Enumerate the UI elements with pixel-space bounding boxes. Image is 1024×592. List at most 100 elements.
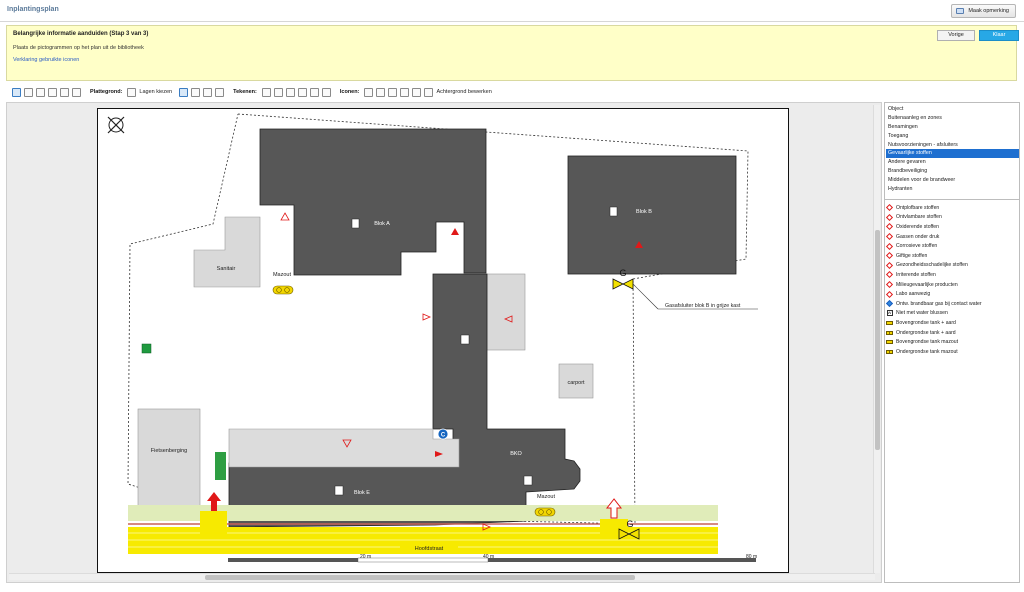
- icon-copy-icon[interactable]: [400, 87, 410, 97]
- bko-stair-icon: [523, 475, 533, 486]
- category-item[interactable]: Object: [886, 105, 1019, 114]
- icon-item[interactable]: Giftige stoffen: [885, 251, 1019, 261]
- icon-item[interactable]: Gezondheidsschadelijke stoffen: [885, 261, 1019, 271]
- iconen-label: Iconen:: [339, 89, 360, 95]
- category-item[interactable]: Benamingen: [886, 123, 1019, 132]
- draw-rectangle-icon[interactable]: [273, 87, 283, 97]
- icon-item[interactable]: Ontplofbare stoffen: [885, 203, 1019, 213]
- icon-select-icon[interactable]: [364, 87, 374, 97]
- icon-item-label: Ondergrondse tank mazout: [896, 348, 958, 355]
- icon-item[interactable]: Bovengrondse tank mazout: [886, 337, 1019, 347]
- icons-legend-link[interactable]: Verklaring gebruikte iconen: [13, 57, 79, 63]
- undo-icon[interactable]: [424, 87, 434, 97]
- entrance-marker-2[interactable]: [451, 228, 459, 235]
- icon-item-label: Ondergrondse tank + aard: [896, 329, 956, 336]
- map-horizontal-scrollbar[interactable]: [9, 573, 875, 580]
- category-item[interactable]: Buitenaanleg en zones: [886, 114, 1019, 123]
- check-icon[interactable]: [215, 87, 225, 97]
- app-window: Inplantingsplan Maak opmerking Belangrij…: [0, 0, 1024, 592]
- scale-label-1: 20 m: [360, 554, 371, 560]
- icon-item[interactable]: Ondergrondse tank + aard: [886, 328, 1019, 338]
- icon-item[interactable]: Oxiderende stoffen: [885, 222, 1019, 232]
- back-button[interactable]: Vorige: [937, 30, 975, 41]
- image-icon[interactable]: [412, 87, 422, 97]
- category-item[interactable]: Toegang: [886, 132, 1019, 141]
- scale-label-2: 40 m: [483, 554, 494, 560]
- comment-icon: [956, 8, 965, 14]
- tekenen-label: Tekenen:: [233, 89, 257, 95]
- icon-item[interactable]: Milieugevaarlijke producten: [885, 280, 1019, 290]
- oil-tank-icon-2[interactable]: [534, 507, 556, 517]
- gas-valve-icon[interactable]: [612, 278, 634, 290]
- map-horizontal-scrollbar-thumb[interactable]: [205, 575, 635, 580]
- tank-above-ground-icon: [886, 319, 893, 326]
- icon-item[interactable]: Corrosieve stoffen: [885, 241, 1019, 251]
- icon-item[interactable]: Irriterende stoffen: [885, 270, 1019, 280]
- select-area-icon[interactable]: [179, 87, 189, 97]
- explosive-icon: [885, 204, 894, 212]
- split-icon[interactable]: [203, 87, 213, 97]
- icon-item[interactable]: Bovengrondse tank + aard: [886, 318, 1019, 328]
- environment-icon: [885, 281, 894, 289]
- pan-hand-icon[interactable]: [48, 87, 57, 97]
- mazout-label-1: Mazout: [273, 272, 292, 278]
- entrance-marker-1[interactable]: [280, 212, 290, 221]
- category-item[interactable]: Hydranten: [886, 185, 1019, 194]
- edit-background-button[interactable]: Achtergrond bewerken: [436, 89, 491, 95]
- emergency-exit-icon[interactable]: [141, 343, 152, 354]
- category-item[interactable]: Nutsvoorzieningen - afsluiters: [886, 141, 1019, 150]
- site-plan[interactable]: Sanitair Blok A Blok B carport Fietsenbe…: [97, 108, 789, 573]
- draw-freehand-icon[interactable]: [309, 87, 319, 97]
- icon-item-label: Milieugevaarlijke producten: [896, 281, 958, 288]
- zoom-in-icon[interactable]: [24, 87, 33, 97]
- step-heading: Belangrijke informatie aanduiden (Stap 3…: [13, 31, 149, 37]
- icon-item-label: Giftige stoffen: [896, 252, 928, 259]
- move-nodes-icon[interactable]: [191, 87, 201, 97]
- icon-item[interactable]: Labo aanwezig: [885, 289, 1019, 299]
- fietsenberging-building: [137, 408, 201, 510]
- entrance-marker-4[interactable]: [422, 313, 432, 321]
- map-vertical-scrollbar-thumb[interactable]: [875, 230, 880, 450]
- icon-item[interactable]: W Niet met water blussen: [886, 309, 1019, 319]
- category-item[interactable]: Middelen voor de brandweer: [886, 176, 1019, 185]
- street-label: Hoofdstraat: [415, 546, 444, 552]
- zoom-out-icon[interactable]: [36, 87, 45, 97]
- blok-e-stair-icon: [334, 485, 344, 496]
- icon-grid-icon[interactable]: [376, 87, 386, 97]
- blok-a-label: Blok A: [374, 221, 390, 227]
- rotate-icon[interactable]: [72, 87, 81, 97]
- icon-item-label: Bovengrondse tank + aard: [896, 319, 956, 326]
- panel-divider: [885, 199, 1019, 200]
- toxic-icon: [885, 252, 894, 260]
- icon-item[interactable]: Ontw. brandbaar gas bij contact water: [885, 299, 1019, 309]
- scale-bar-segment-2: [357, 557, 489, 563]
- map-viewport[interactable]: Sanitair Blok A Blok B carport Fietsenbe…: [6, 102, 882, 583]
- icon-group-icon[interactable]: [388, 87, 398, 97]
- fit-extent-icon[interactable]: [60, 87, 69, 97]
- draw-polygon-icon[interactable]: [285, 87, 295, 97]
- sanitair-label: Sanitair: [217, 266, 236, 272]
- category-item[interactable]: Brandbeveiliging: [886, 167, 1019, 176]
- tank-underground-icon: [886, 329, 893, 336]
- icon-item[interactable]: Ondergrondse tank mazout: [886, 347, 1019, 357]
- select-pointer-icon[interactable]: [12, 87, 21, 97]
- category-item[interactable]: Andere gevaren: [886, 158, 1019, 167]
- icon-item[interactable]: Ontvlambare stoffen: [885, 213, 1019, 223]
- flammable-icon: [885, 213, 894, 221]
- done-button[interactable]: Klaar: [979, 30, 1019, 41]
- gas-letter-1: G: [619, 268, 626, 278]
- map-vertical-scrollbar[interactable]: [873, 105, 880, 573]
- remark-button[interactable]: Maak opmerking: [951, 4, 1016, 18]
- oil-tank-icon[interactable]: [272, 285, 294, 295]
- category-item-selected[interactable]: Gevaarlijke stoffen: [886, 149, 1019, 159]
- draw-line-icon[interactable]: [297, 87, 307, 97]
- icon-item[interactable]: Gassen onder druk: [885, 232, 1019, 242]
- tank-above-oil-icon: [886, 339, 893, 346]
- draw-point-icon[interactable]: [261, 87, 271, 97]
- blok-b-label: Blok B: [636, 209, 652, 215]
- delete-icon[interactable]: [321, 87, 331, 97]
- scale-bar-segment-3: [488, 558, 756, 562]
- icon-item-label: Ontw. brandbaar gas bij contact water: [896, 300, 982, 307]
- layers-button[interactable]: Lagen kiezen: [139, 89, 172, 95]
- gas-note-leader: [632, 283, 659, 310]
